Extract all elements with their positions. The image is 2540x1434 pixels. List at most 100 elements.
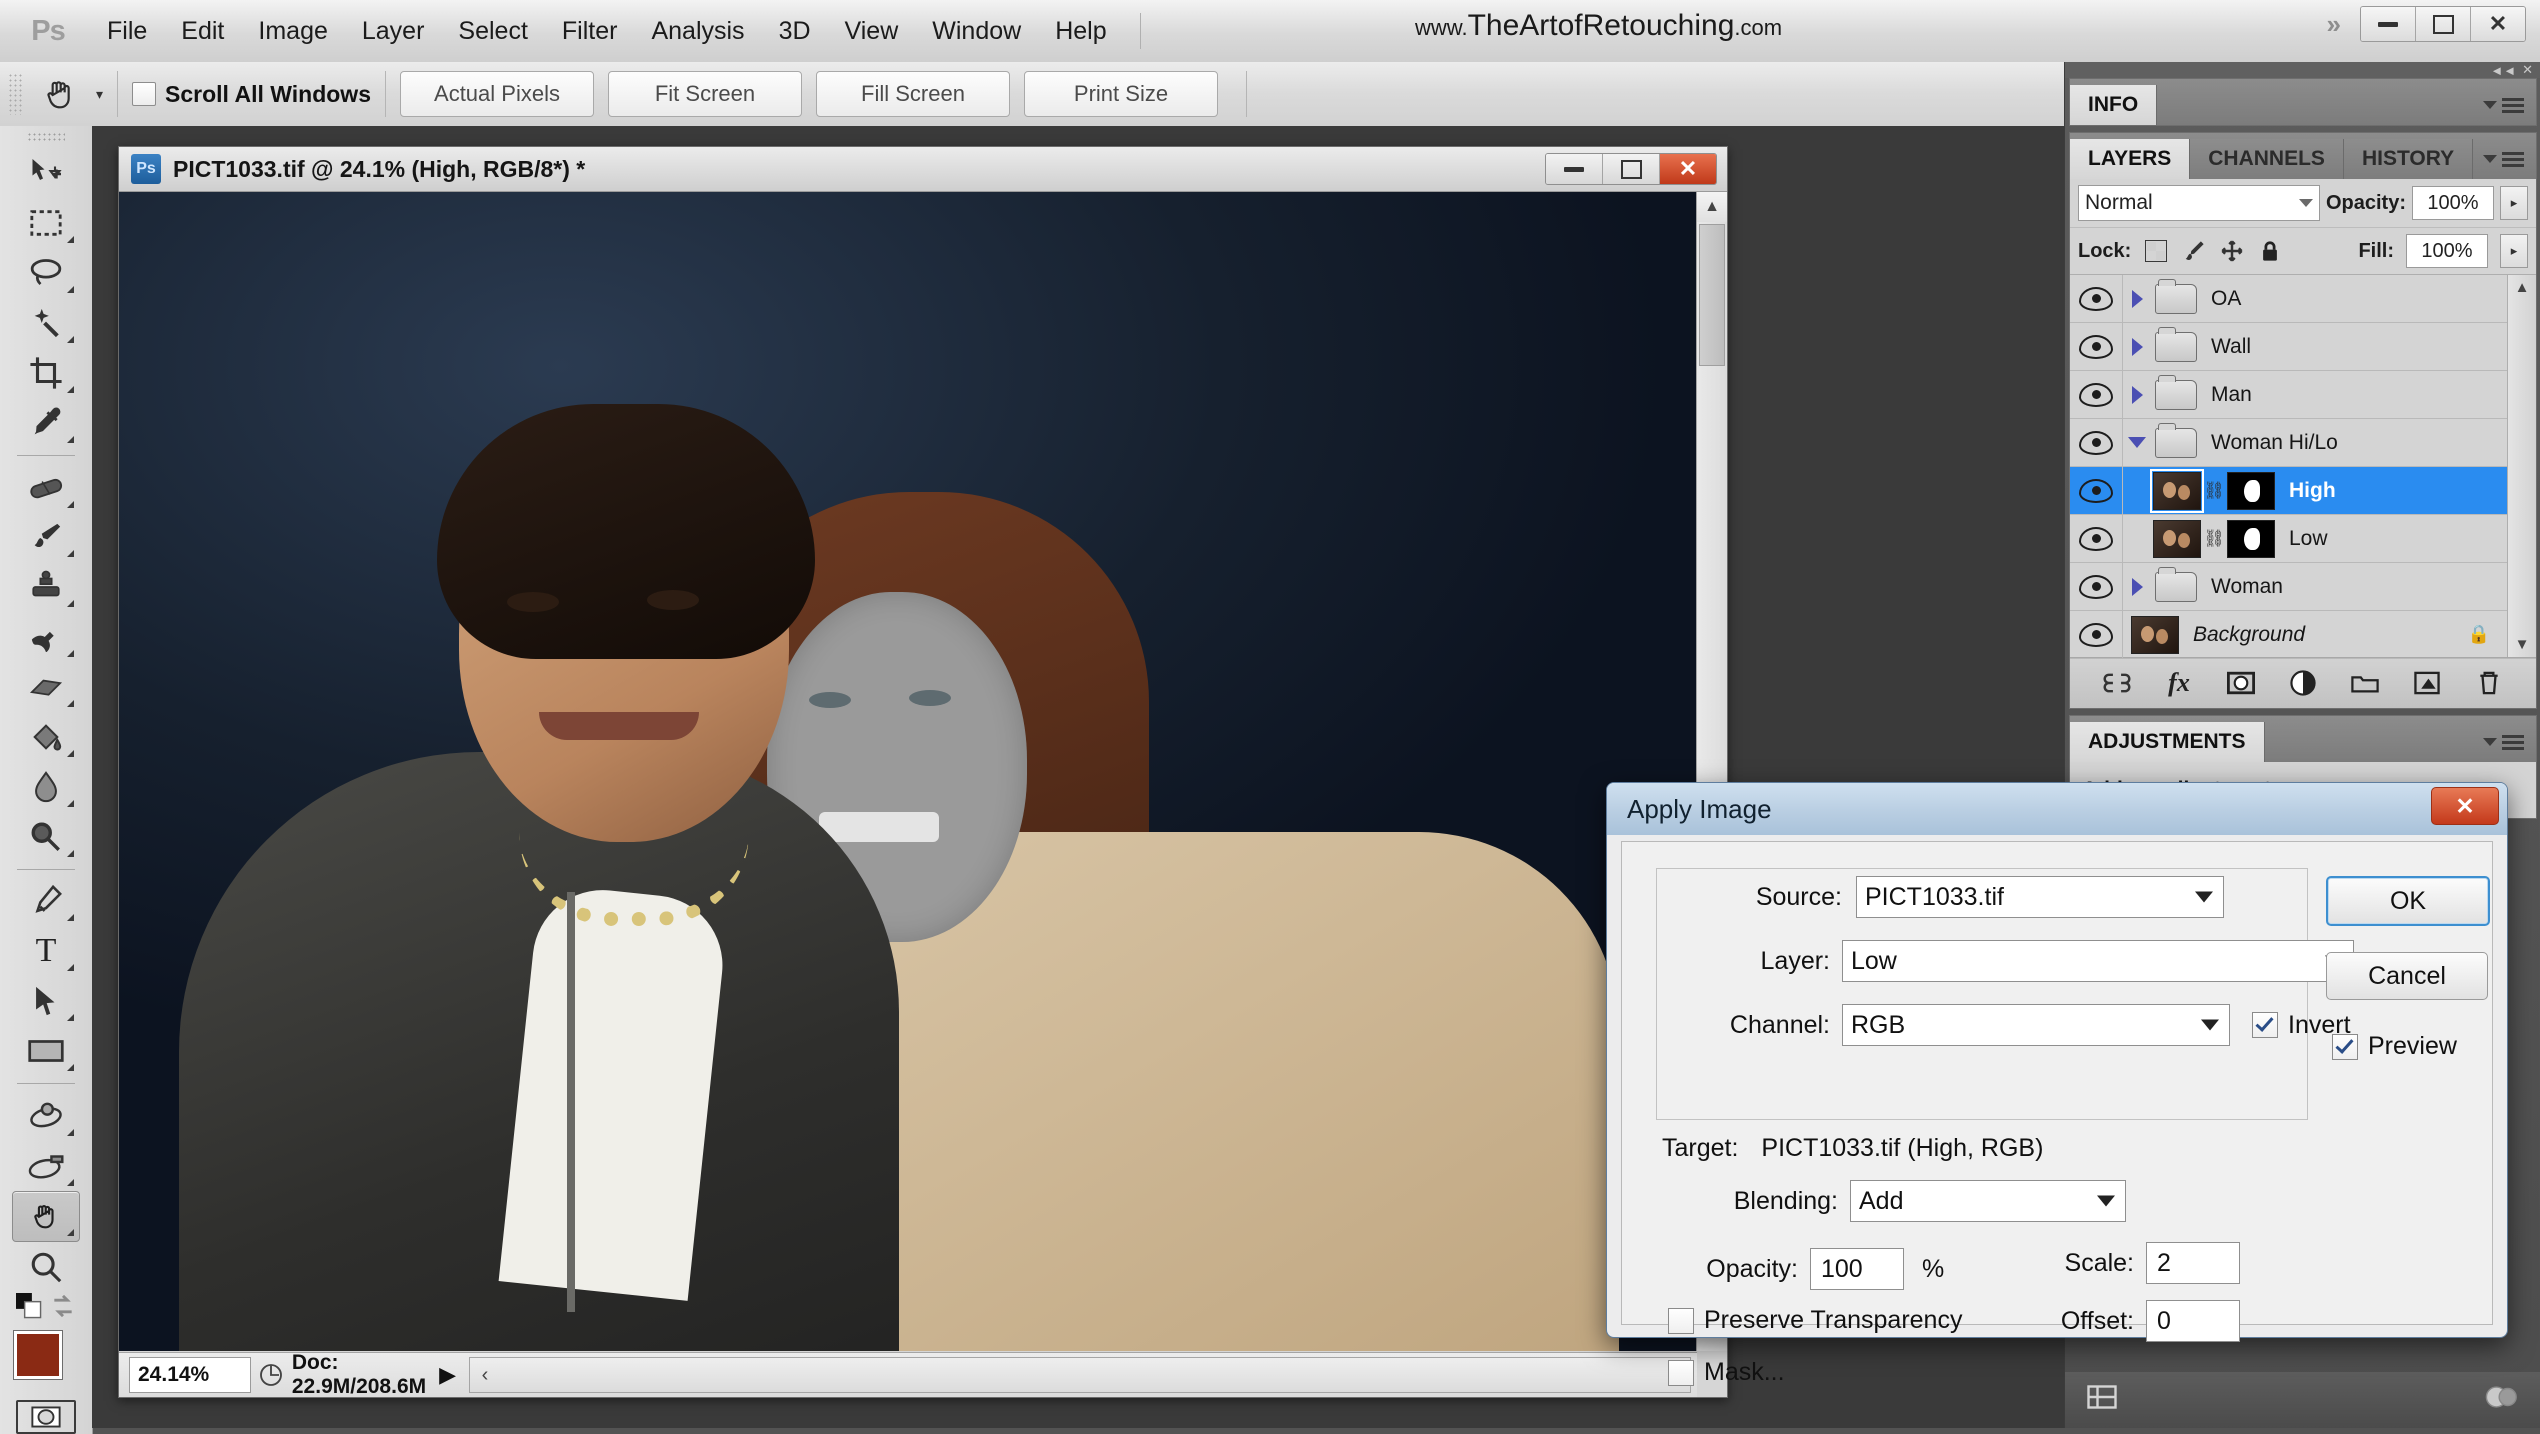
tool-preset-caret-icon[interactable]: ▾ [96, 86, 103, 103]
fill-slider-button[interactable]: ▸ [2500, 234, 2528, 268]
add-layer-mask-icon[interactable] [2221, 666, 2261, 700]
app-close-button[interactable]: ✕ [2471, 7, 2525, 41]
layer-visibility-toggle[interactable] [2070, 323, 2123, 370]
paint-bucket-tool[interactable] [13, 712, 79, 762]
lock-transparency-icon[interactable] [2143, 238, 2169, 264]
dialog-close-button[interactable]: ✕ [2431, 787, 2499, 825]
foreground-color-swatch[interactable] [14, 1331, 62, 1379]
blend-mode-select[interactable]: Normal [2078, 185, 2320, 221]
new-adjustment-layer-icon[interactable] [2283, 666, 2323, 700]
pen-tool[interactable] [13, 877, 79, 927]
crop-tool[interactable] [13, 348, 79, 398]
group-disclosure-icon[interactable] [2123, 338, 2151, 356]
vertical-scroll-thumb[interactable] [1699, 224, 1725, 366]
channel-select[interactable]: RGB [1842, 1004, 2230, 1046]
options-bar-grip[interactable] [8, 73, 22, 115]
fill-field[interactable]: 100% [2406, 234, 2488, 268]
menu-image[interactable]: Image [241, 11, 344, 52]
layer-thumbnail[interactable] [2131, 616, 2179, 654]
zoom-level-field[interactable]: 24.14% [129, 1357, 251, 1393]
brush-tool[interactable] [13, 513, 79, 563]
hand-tool-icon[interactable] [30, 71, 92, 117]
menu-select[interactable]: Select [441, 11, 544, 52]
group-disclosure-icon[interactable] [2123, 578, 2151, 596]
layer-visibility-toggle[interactable] [2070, 515, 2123, 562]
document-maximize-button[interactable] [1603, 154, 1660, 184]
layer-mask-thumbnail[interactable] [2227, 472, 2275, 510]
blending-select[interactable]: Add [1850, 1180, 2126, 1222]
menu-window[interactable]: Window [915, 11, 1038, 52]
document-close-button[interactable]: ✕ [1660, 154, 1716, 184]
layer-row-oa[interactable]: OA [2070, 275, 2536, 323]
3d-camera-tool[interactable] [13, 1141, 79, 1191]
layer-row-low[interactable]: ⛓ Low [2070, 515, 2536, 563]
opacity-field[interactable]: 100% [2412, 186, 2494, 220]
fit-screen-button[interactable]: Fit Screen [608, 71, 802, 117]
layer-mask-thumbnail[interactable] [2227, 520, 2275, 558]
dodge-tool[interactable] [13, 812, 79, 862]
lock-image-icon[interactable] [2181, 238, 2207, 264]
scale-field[interactable]: 2 [2146, 1242, 2240, 1284]
print-size-button[interactable]: Print Size [1024, 71, 1218, 117]
mask-row[interactable]: Mask... [1668, 1358, 1785, 1387]
lock-position-icon[interactable] [2219, 238, 2245, 264]
eraser-tool[interactable] [13, 662, 79, 712]
link-mask-icon[interactable]: ⛓ [2201, 481, 2227, 501]
scroll-up-arrow-icon[interactable]: ▲ [2515, 279, 2530, 296]
cancel-button[interactable]: Cancel [2326, 952, 2488, 1000]
eyedropper-tool[interactable] [13, 398, 79, 448]
preview-checkbox[interactable]: Preview [2332, 1032, 2457, 1061]
tab-history[interactable]: HISTORY [2344, 139, 2473, 179]
layer-thumbnail[interactable] [2153, 472, 2201, 510]
layer-visibility-toggle[interactable] [2070, 467, 2123, 514]
clone-stamp-tool[interactable] [13, 562, 79, 612]
menu-layer[interactable]: Layer [345, 11, 442, 52]
ok-button[interactable]: OK [2326, 876, 2490, 926]
tab-channels[interactable]: CHANNELS [2190, 139, 2344, 179]
scroll-left-arrow-icon[interactable]: ‹ [470, 1364, 500, 1387]
layer-style-fx-icon[interactable]: fx [2159, 666, 2199, 700]
canvas-viewport[interactable] [119, 192, 1727, 1351]
path-selection-tool[interactable] [13, 976, 79, 1026]
color-wheel-icon[interactable] [2485, 1384, 2519, 1417]
fill-screen-button[interactable]: Fill Screen [816, 71, 1010, 117]
menu-3d[interactable]: 3D [762, 11, 828, 52]
layers-panel-menu-button[interactable] [2483, 139, 2536, 179]
color-swatches[interactable] [12, 1329, 80, 1388]
dock-close-icon[interactable]: ✕ [2522, 62, 2533, 78]
lasso-tool[interactable] [13, 248, 79, 298]
layer-visibility-toggle[interactable] [2070, 419, 2123, 466]
layers-scrollbar[interactable]: ▲ ▼ [2507, 275, 2536, 657]
type-tool[interactable]: T [13, 926, 79, 976]
dialog-title-bar[interactable]: Apply Image ✕ [1607, 783, 2507, 835]
quick-mask-icon[interactable] [16, 1400, 76, 1434]
menu-view[interactable]: View [828, 11, 916, 52]
layer-row-wall[interactable]: Wall [2070, 323, 2536, 371]
document-title-bar[interactable]: Ps PICT1033.tif @ 24.1% (High, RGB/8*) *… [119, 147, 1727, 192]
rectangular-marquee-tool[interactable] [13, 199, 79, 249]
tab-info[interactable]: INFO [2070, 85, 2157, 125]
group-disclosure-icon[interactable] [2123, 437, 2151, 448]
hand-tool[interactable] [12, 1191, 80, 1243]
canvas-horizontal-scrollbar[interactable]: ‹ › [469, 1357, 1691, 1393]
layer-select[interactable]: Low [1842, 940, 2354, 982]
menu-file[interactable]: File [90, 11, 164, 52]
doc-size-icon[interactable] [251, 1363, 292, 1387]
delete-layer-icon[interactable] [2469, 666, 2509, 700]
dock-collapse-icon[interactable]: ◄◄ [2490, 63, 2516, 78]
layer-row-woman[interactable]: Woman [2070, 563, 2536, 611]
image-canvas[interactable] [119, 192, 1696, 1351]
app-maximize-button[interactable] [2416, 7, 2471, 41]
dock-grip[interactable]: ◄◄ ✕ [2065, 62, 2540, 78]
3d-rotate-tool[interactable] [13, 1091, 79, 1141]
lock-all-icon[interactable] [2257, 238, 2283, 264]
opacity-field[interactable]: 100 [1810, 1248, 1904, 1290]
offset-field[interactable]: 0 [2146, 1300, 2240, 1342]
menu-help[interactable]: Help [1038, 11, 1123, 52]
tools-panel-grip[interactable] [27, 132, 65, 143]
menu-analysis[interactable]: Analysis [634, 11, 761, 52]
tab-layers[interactable]: LAYERS [2070, 139, 2190, 179]
new-layer-icon[interactable] [2407, 666, 2447, 700]
menu-edit[interactable]: Edit [164, 11, 241, 52]
layer-row-background[interactable]: Background 🔒 [2070, 611, 2536, 659]
